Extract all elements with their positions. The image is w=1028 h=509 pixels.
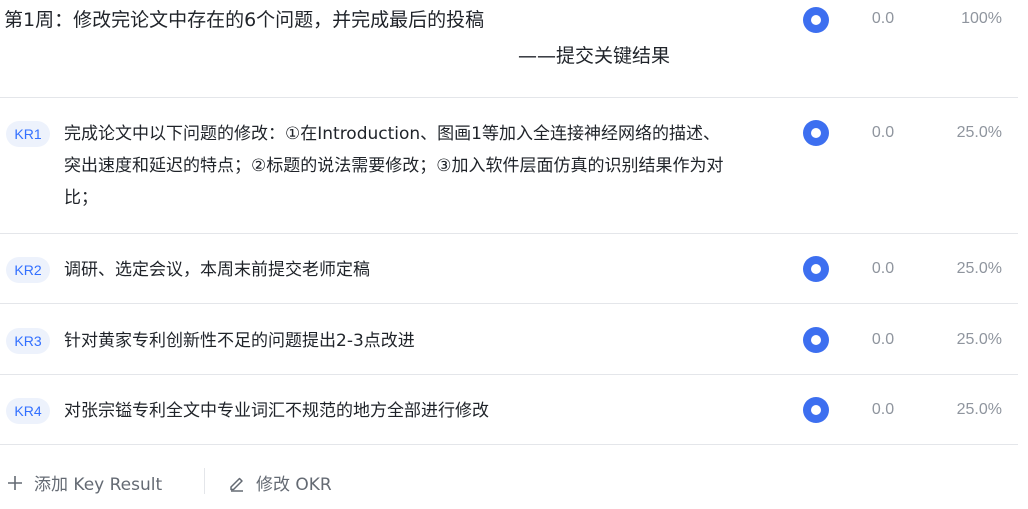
objective-score[interactable]: 0.0	[858, 10, 908, 28]
objective-status-icon[interactable]	[803, 7, 829, 33]
kr-weight: 25.0%	[956, 124, 1002, 141]
footer-divider	[204, 468, 205, 494]
kr-status-icon[interactable]	[803, 256, 829, 282]
kr-text[interactable]: 针对黄家专利创新性不足的问题提出2-3点改进	[64, 325, 724, 357]
kr-badge: KR3	[6, 328, 50, 354]
kr-text[interactable]: 完成论文中以下问题的修改：①在Introduction、图画1等加入全连接神经网…	[64, 118, 724, 214]
kr-weight: 25.0%	[956, 260, 1002, 277]
objective-row: 第1周：修改完论文中存在的6个问题，并完成最后的投稿 ——提交关键结果 0.0 …	[0, 0, 1018, 98]
key-result-row: KR3 针对黄家专利创新性不足的问题提出2-3点改进 0.0 25.0%	[0, 304, 1018, 375]
kr-status-icon[interactable]	[803, 397, 829, 423]
okr-actions: 添加 Key Result 修改 OKR	[0, 462, 1018, 502]
okr-panel: 第1周：修改完论文中存在的6个问题，并完成最后的投稿 ——提交关键结果 0.0 …	[0, 0, 1028, 509]
add-key-result-button[interactable]: 添加 Key Result	[6, 470, 162, 495]
kr-badge: KR2	[6, 257, 50, 283]
objective-title[interactable]: 第1周：修改完论文中存在的6个问题，并完成最后的投稿	[4, 6, 484, 34]
key-result-row: KR1 完成论文中以下问题的修改：①在Introduction、图画1等加入全连…	[0, 98, 1018, 234]
kr-score[interactable]: 0.0	[858, 401, 908, 419]
kr-text[interactable]: 调研、选定会议，本周末前提交老师定稿	[64, 254, 724, 286]
objective-weight: 100%	[961, 10, 1002, 27]
kr-badge: KR1	[6, 121, 50, 147]
pencil-icon	[230, 477, 243, 492]
kr-text[interactable]: 对张宗镒专利全文中专业词汇不规范的地方全部进行修改	[64, 395, 724, 427]
kr-badge: KR4	[6, 398, 50, 424]
edit-okr-button[interactable]: 修改 OKR	[228, 470, 332, 495]
key-result-row: KR4 对张宗镒专利全文中专业词汇不规范的地方全部进行修改 0.0 25.0%	[0, 375, 1018, 445]
add-key-result-label: 添加 Key Result	[34, 475, 163, 495]
key-result-row: KR2 调研、选定会议，本周末前提交老师定稿 0.0 25.0%	[0, 234, 1018, 304]
kr-score[interactable]: 0.0	[858, 331, 908, 349]
kr-score[interactable]: 0.0	[858, 260, 908, 278]
kr-weight: 25.0%	[956, 331, 1002, 348]
plus-icon	[8, 475, 22, 490]
edit-okr-label: 修改 OKR	[256, 475, 332, 495]
kr-score[interactable]: 0.0	[858, 124, 908, 142]
kr-status-icon[interactable]	[803, 327, 829, 353]
objective-subtitle: ——提交关键结果	[518, 45, 671, 67]
kr-weight: 25.0%	[956, 401, 1002, 418]
kr-status-icon[interactable]	[803, 120, 829, 146]
